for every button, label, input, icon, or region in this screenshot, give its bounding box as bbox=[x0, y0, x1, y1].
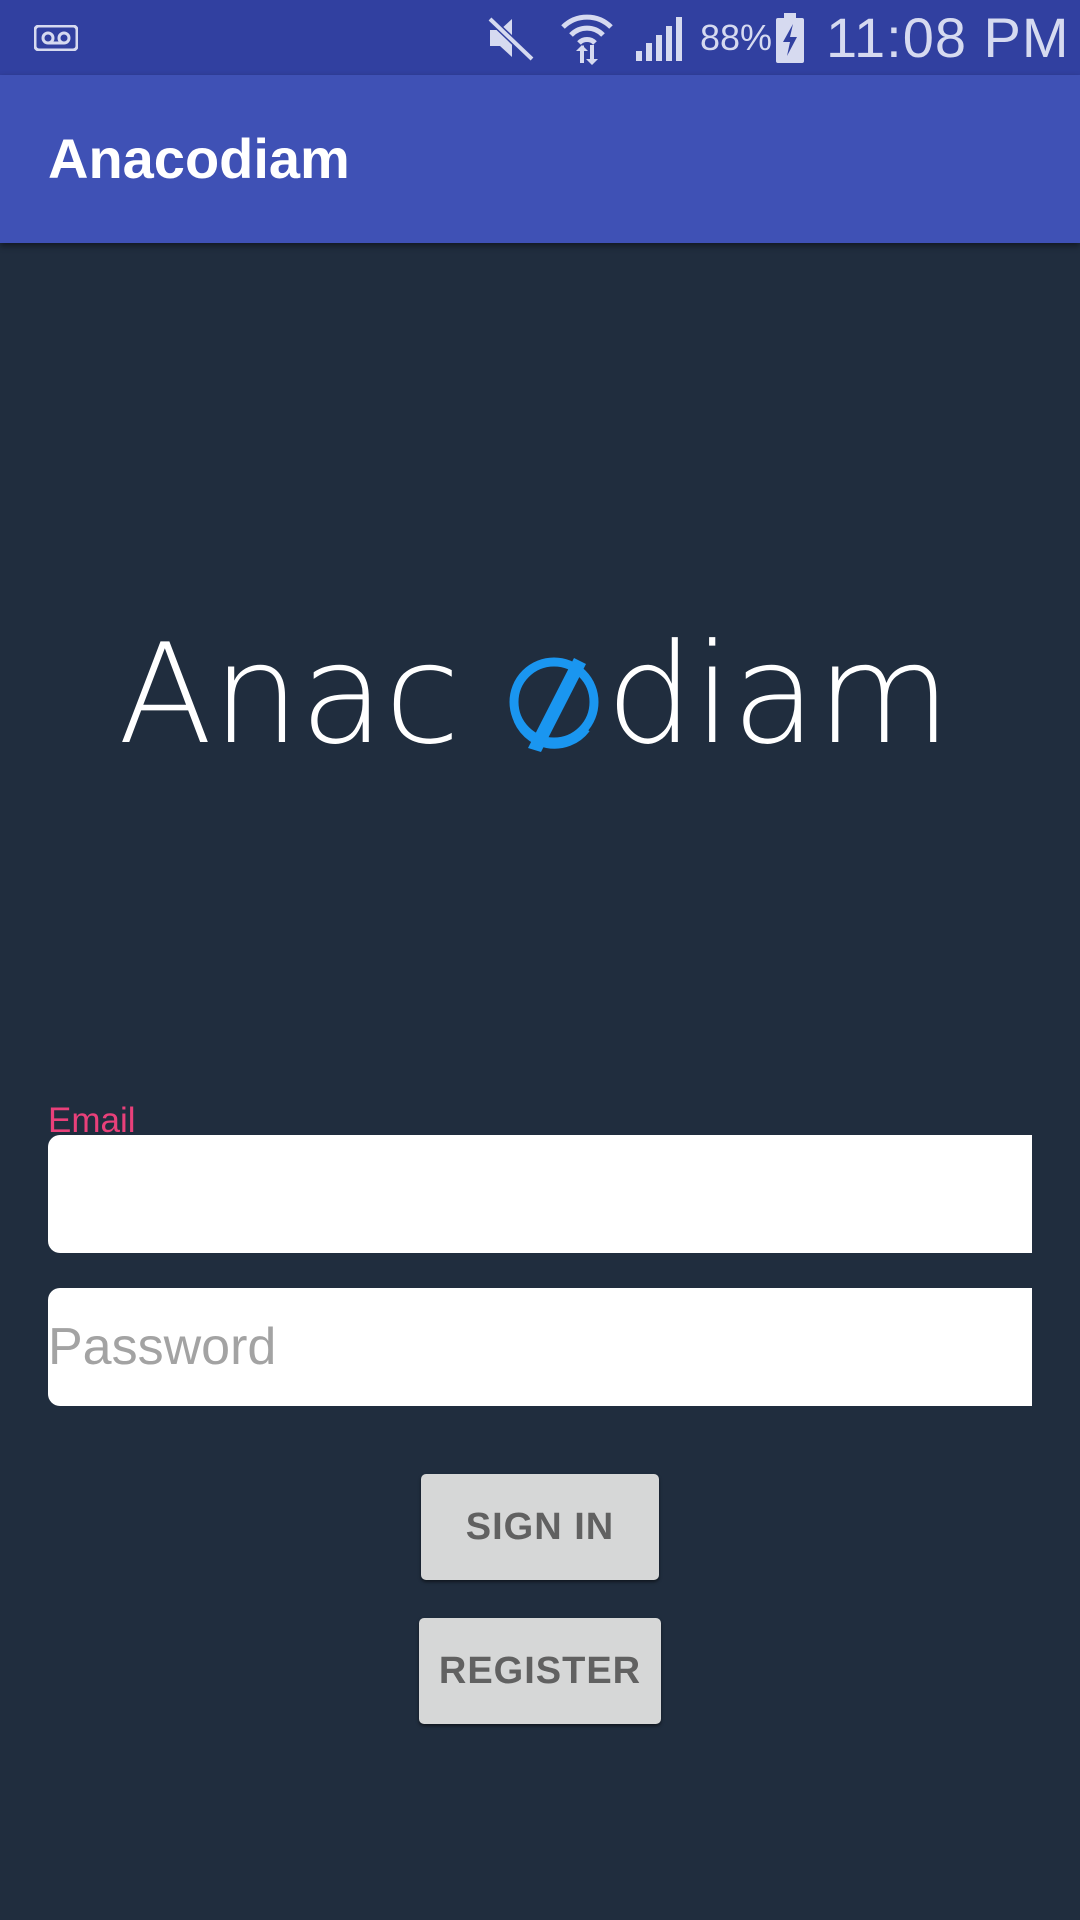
wifi-icon bbox=[560, 0, 614, 75]
logo-text-start: Anac bbox=[118, 620, 460, 760]
mute-icon bbox=[486, 0, 536, 75]
anacodiam-logo: Anac diam bbox=[118, 614, 962, 775]
app-title: Anacodiam bbox=[48, 127, 350, 190]
password-field[interactable] bbox=[48, 1288, 1032, 1406]
status-bar: 88% 11:08 PM bbox=[0, 0, 1080, 75]
battery-percent: 88% bbox=[700, 16, 773, 58]
sign-in-button[interactable]: SIGN IN bbox=[421, 1474, 659, 1580]
register-button[interactable]: REGISTER bbox=[419, 1618, 661, 1724]
logo-o-mark bbox=[509, 657, 599, 752]
logo-text-end: diam bbox=[606, 620, 951, 760]
signal-icon bbox=[634, 0, 684, 75]
email-field[interactable] bbox=[48, 1135, 1032, 1253]
app-bar: Anacodiam bbox=[0, 75, 1080, 243]
battery-charging-icon bbox=[774, 0, 806, 75]
clock: 11:08 PM bbox=[826, 6, 1070, 69]
voicemail-icon bbox=[34, 0, 78, 75]
